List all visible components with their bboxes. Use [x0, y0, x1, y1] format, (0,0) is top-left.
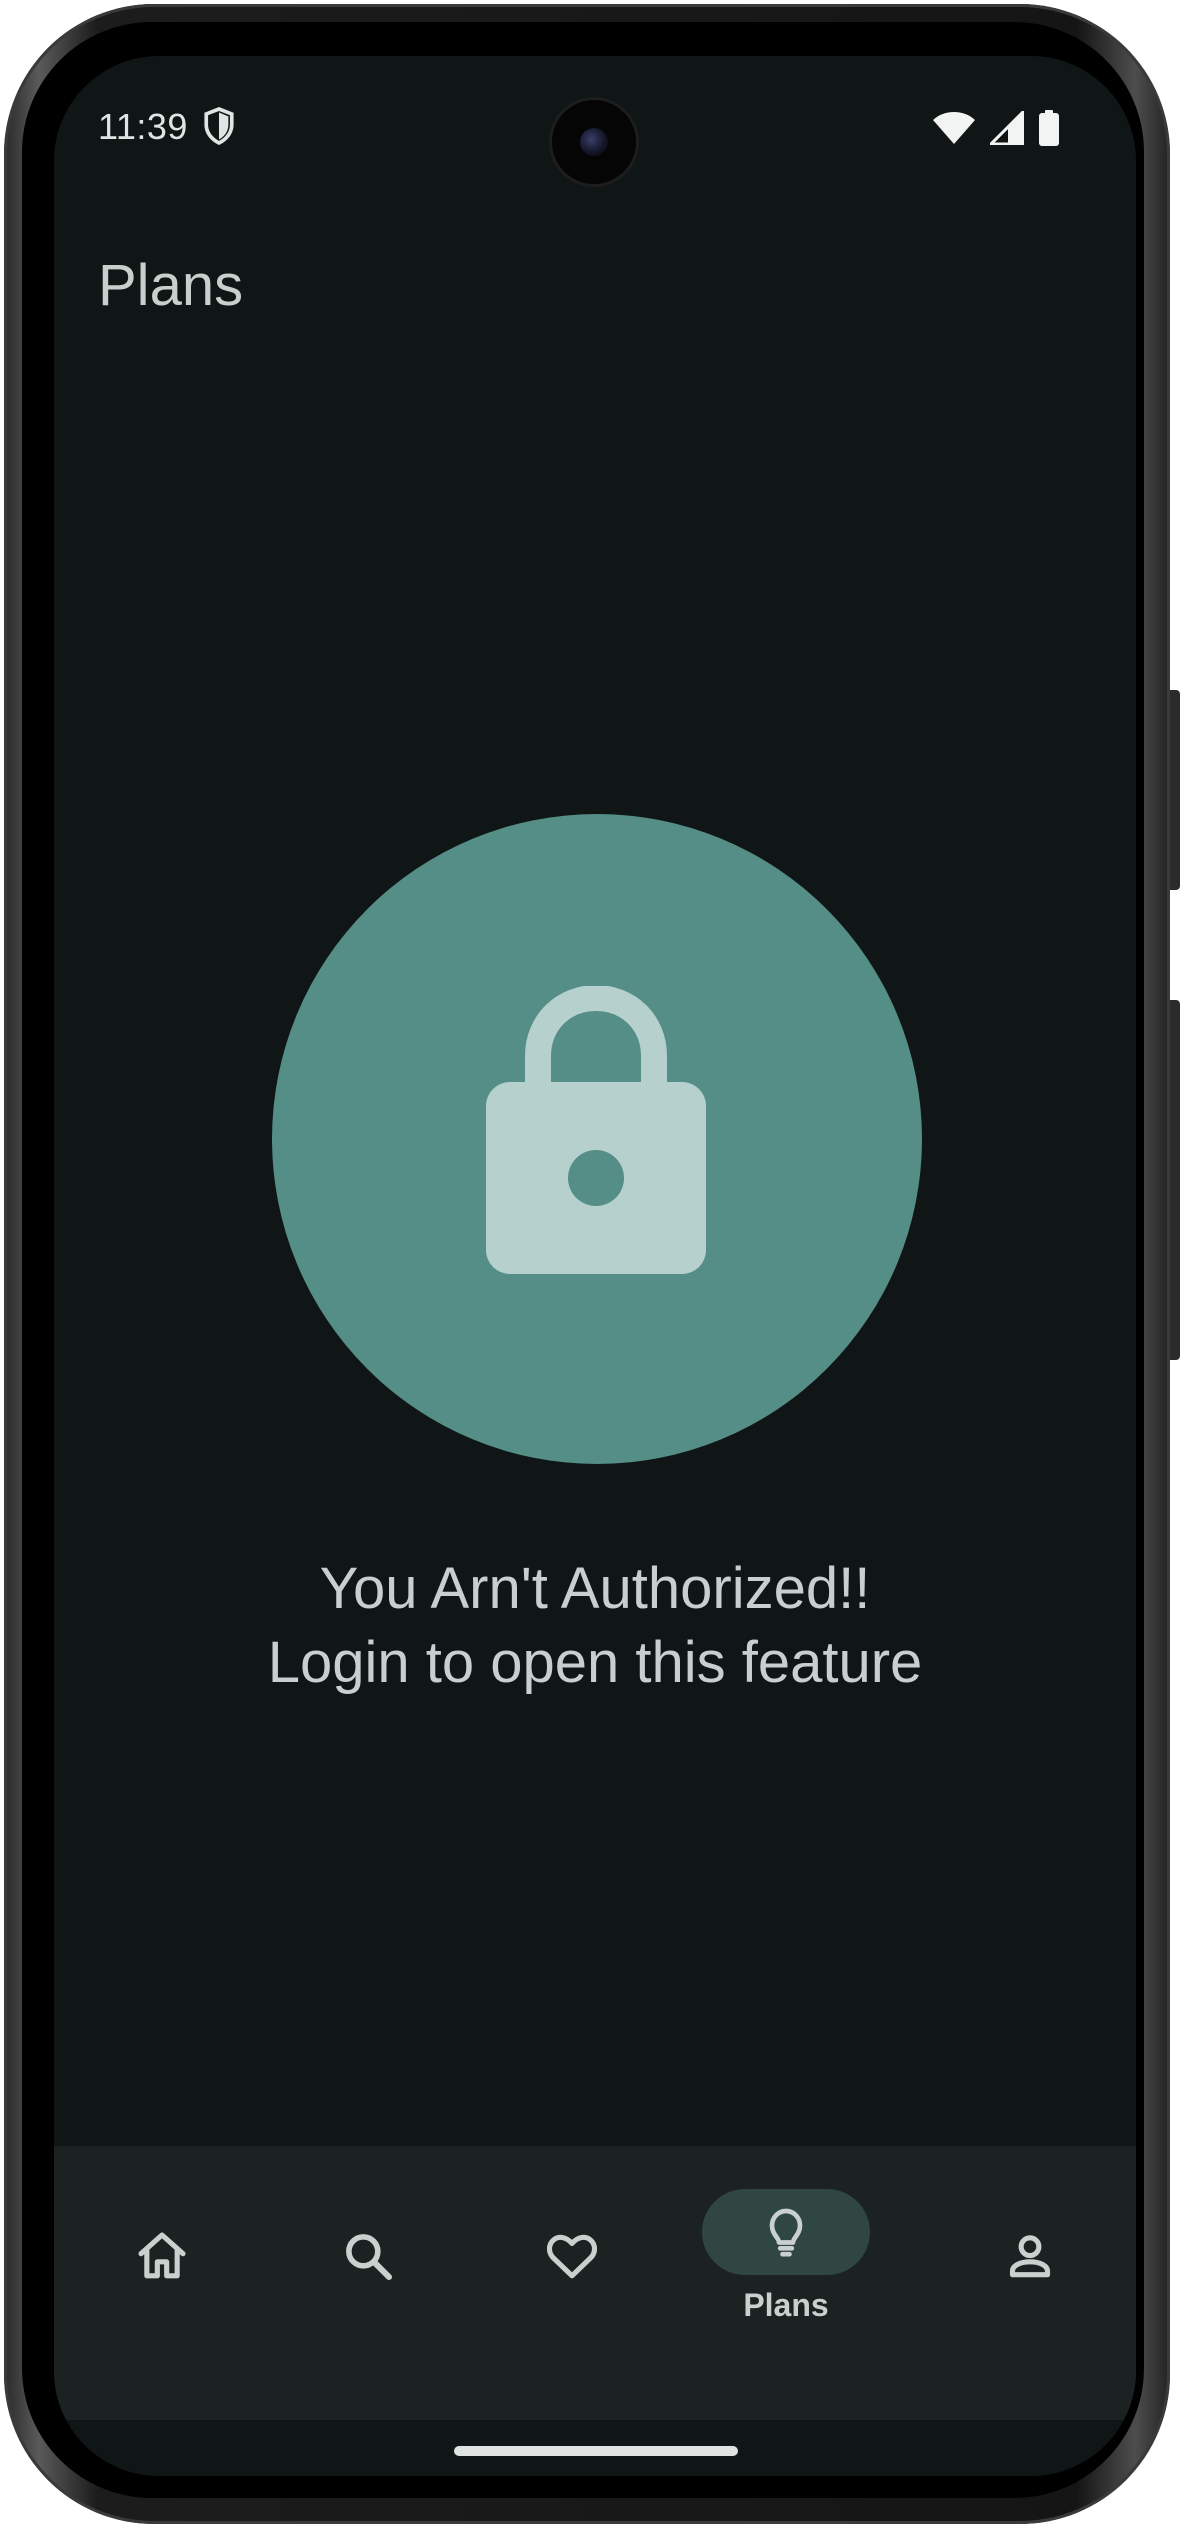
battery-icon [1039, 110, 1059, 146]
status-time: 11:39 [98, 106, 188, 147]
heart-icon [546, 2234, 598, 2279]
front-camera [552, 100, 636, 184]
lightbulb-icon [769, 2208, 803, 2256]
lock-icon [486, 986, 706, 1274]
status-icons [932, 110, 1060, 146]
search-icon [346, 2234, 393, 2281]
status-bar: 11:39 [54, 56, 1136, 196]
home-gesture-bar[interactable] [454, 2446, 738, 2456]
signal-icon [990, 111, 1024, 145]
page-title: Plans [98, 253, 244, 318]
bottom-navigation: Plans [54, 2146, 1136, 2420]
nav-item-search[interactable] [318, 2146, 418, 2366]
nav-item-plans[interactable]: Plans [686, 2146, 886, 2366]
message-line-2: Login to open this feature [267, 1630, 923, 1695]
screen: 11:39 Plans You Arn't Authorized!! Login… [54, 56, 1136, 2476]
message-line-1: You Arn't Authorized!! [319, 1556, 871, 1621]
wifi-icon [933, 112, 975, 144]
lock-badge [272, 814, 922, 1464]
home-icon [138, 2232, 186, 2279]
power-button [1170, 690, 1180, 890]
nav-item-profile[interactable] [980, 2146, 1080, 2366]
person-icon [1009, 2235, 1051, 2278]
nav-selected-indicator [702, 2188, 870, 2275]
shield-icon [204, 107, 234, 146]
nav-item-home[interactable] [112, 2146, 212, 2366]
unauthorized-message: You Arn't Authorized!! Login to open thi… [54, 1552, 1136, 1700]
nav-item-favorites[interactable] [522, 2146, 622, 2366]
volume-button [1170, 1000, 1180, 1360]
nav-label-plans: Plans [743, 2286, 829, 2323]
